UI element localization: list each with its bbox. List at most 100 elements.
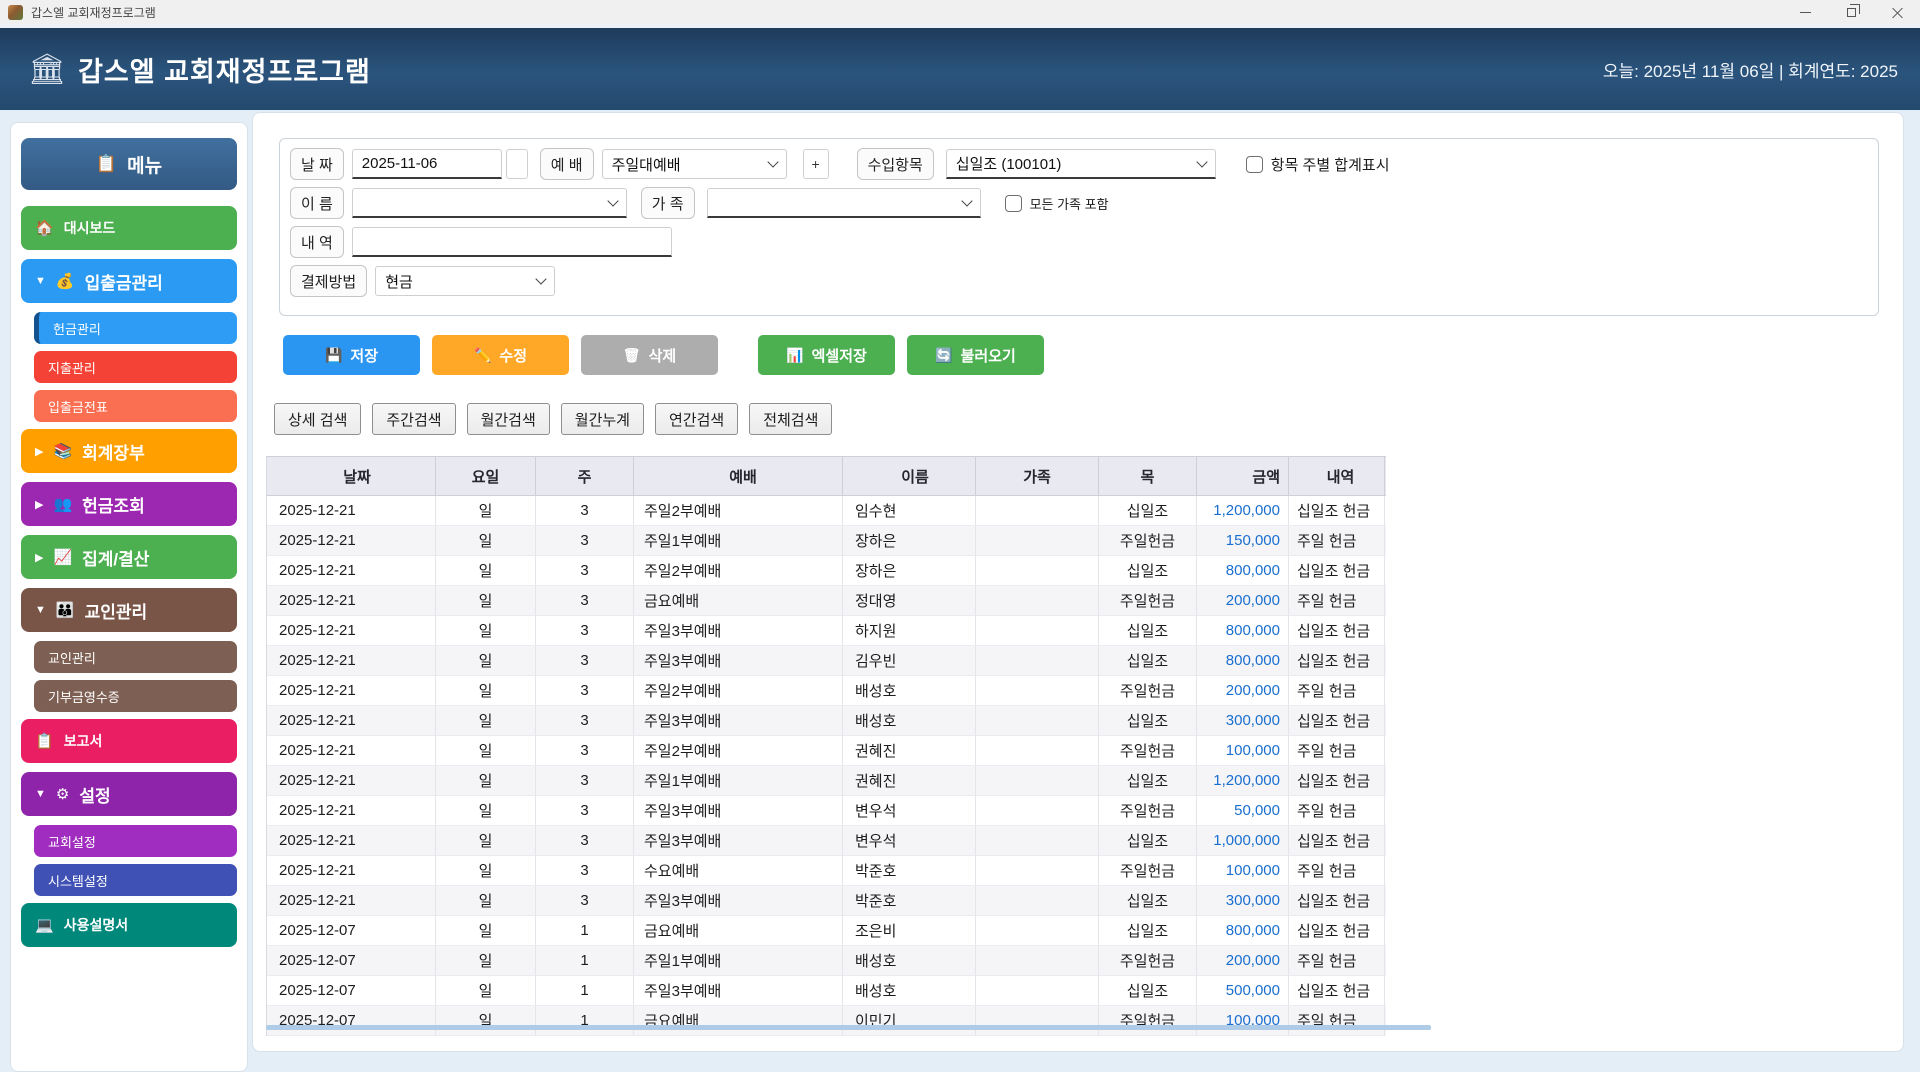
sidebar-item-aggregate-settlement[interactable]: ▶ 📈 집계/결산 [21, 535, 237, 579]
table-cell: 2025-12-07 [267, 1006, 436, 1035]
table-row[interactable]: 2025-12-21일3주일3부예배박준호십일조300,000십일조 헌금 [267, 886, 1386, 916]
payment-method-select[interactable]: 현금 [375, 266, 555, 296]
table-cell: 3 [536, 886, 634, 915]
sidebar-item-expense-management[interactable]: 지출관리 [34, 351, 237, 383]
table-cell [976, 586, 1099, 615]
family-select[interactable] [707, 188, 981, 218]
chevron-down-icon [1196, 156, 1207, 167]
column-header-8[interactable]: 내역 [1289, 457, 1385, 495]
table-cell: 박준호 [843, 856, 976, 885]
column-header-7[interactable]: 금액 [1197, 457, 1289, 495]
table-cell [976, 796, 1099, 825]
table-cell: 십일조 헌금 [1289, 766, 1385, 795]
table-cell: 일 [436, 646, 536, 675]
table-cell: 금요예배 [634, 916, 843, 945]
sidebar-item-user-manual[interactable]: 💻 사용설명서 [21, 903, 237, 947]
table-cell [976, 526, 1099, 555]
column-header-0[interactable]: 날짜 [267, 457, 436, 495]
sidebar-item-church-settings[interactable]: 교회설정 [34, 825, 237, 857]
sidebar-item-donation-receipt[interactable]: 기부금영수증 [34, 680, 237, 712]
column-header-3[interactable]: 예배 [634, 457, 843, 495]
save-button[interactable]: 💾 저장 [283, 335, 420, 375]
restore-button[interactable] [1828, 0, 1874, 24]
add-worship-button[interactable]: + [803, 149, 829, 179]
column-header-2[interactable]: 주 [536, 457, 634, 495]
table-cell: 3 [536, 676, 634, 705]
search-tab-5[interactable]: 전체검색 [749, 403, 832, 435]
name-select[interactable] [352, 188, 627, 218]
sidebar-item-member-management-sub[interactable]: 교인관리 [34, 641, 237, 673]
load-button[interactable]: 🔄 불러오기 [907, 335, 1044, 375]
date-input[interactable]: 2025-11-06 [352, 149, 502, 179]
table-row[interactable]: 2025-12-21일3주일2부예배임수현십일조1,200,000십일조 헌금 [267, 496, 1386, 526]
all-family-checkbox[interactable] [1005, 195, 1022, 212]
table-row[interactable]: 2025-12-21일3주일3부예배배성호십일조300,000십일조 헌금 [267, 706, 1386, 736]
table-row[interactable]: 2025-12-21일3수요예배박준호주일헌금100,000주일 헌금 [267, 856, 1386, 886]
table-cell: 3 [536, 796, 634, 825]
sidebar-item-system-settings[interactable]: 시스템설정 [34, 864, 237, 896]
table-cell: 이민기 [843, 1006, 976, 1035]
table-cell: 2025-12-21 [267, 796, 436, 825]
sidebar-item-dashboard[interactable]: 🏠 대시보드 [21, 206, 237, 250]
table-row[interactable]: 2025-12-21일3주일3부예배변우석십일조1,000,000십일조 헌금 [267, 826, 1386, 856]
member-management-icon: 👪 [56, 601, 75, 619]
app-header: 🏛 갑스엘 교회재정프로그램 오늘: 2025년 11월 06일 | 회계연도:… [0, 28, 1920, 110]
table-row[interactable]: 2025-12-21일3주일2부예배장하은십일조800,000십일조 헌금 [267, 556, 1386, 586]
date-picker-button[interactable] [506, 149, 528, 179]
table-row[interactable]: 2025-12-21일3주일2부예배배성호주일헌금200,000주일 헌금 [267, 676, 1386, 706]
table-row[interactable]: 2025-12-07일1금요예배이민기주일헌금100,000주일 헌금 [267, 1006, 1386, 1036]
table-header: 날짜요일주예배이름가족목금액내역 [267, 456, 1386, 496]
table-cell: 일 [436, 946, 536, 975]
table-cell: 십일조 헌금 [1289, 886, 1385, 915]
search-tab-1[interactable]: 주간검색 [372, 403, 455, 435]
worship-select[interactable]: 주일대예배 [602, 149, 787, 179]
edit-button[interactable]: ✏️ 수정 [432, 335, 569, 375]
minimize-button[interactable] [1782, 0, 1828, 24]
sidebar-item-offering-management[interactable]: 헌금관리 [34, 312, 237, 344]
table-cell: 십일조 [1099, 976, 1197, 1005]
table-row[interactable]: 2025-12-07일1주일3부예배배성호십일조500,000십일조 헌금 [267, 976, 1386, 1006]
column-header-4[interactable]: 이름 [843, 457, 976, 495]
table-row[interactable]: 2025-12-21일3주일2부예배권혜진주일헌금100,000주일 헌금 [267, 736, 1386, 766]
excel-save-button[interactable]: 📊 엑셀저장 [758, 335, 895, 375]
table-row[interactable]: 2025-12-21일3주일3부예배김우빈십일조800,000십일조 헌금 [267, 646, 1386, 676]
sidebar-item-settings[interactable]: ▼ ⚙ 설정 [21, 772, 237, 816]
column-header-1[interactable]: 요일 [436, 457, 536, 495]
sidebar-item-offering-inquiry[interactable]: ▶ 👥 헌금조회 [21, 482, 237, 526]
table-cell: 십일조 [1099, 706, 1197, 735]
search-tab-4[interactable]: 연간검색 [655, 403, 738, 435]
income-item-select[interactable]: 십일조 (100101) [946, 149, 1216, 179]
table-cell: 2025-12-21 [267, 556, 436, 585]
table-row[interactable]: 2025-12-21일3주일1부예배권혜진십일조1,200,000십일조 헌금 [267, 766, 1386, 796]
table-cell: 2025-12-21 [267, 676, 436, 705]
table-row[interactable]: 2025-12-07일1주일1부예배배성호주일헌금200,000주일 헌금 [267, 946, 1386, 976]
close-button[interactable] [1874, 0, 1920, 24]
table-cell: 변우석 [843, 796, 976, 825]
table-cell: 3 [536, 826, 634, 855]
search-tab-0[interactable]: 상세 검색 [274, 403, 361, 435]
edit-icon: ✏️ [474, 347, 491, 364]
search-tab-2[interactable]: 월간검색 [467, 403, 550, 435]
table-row[interactable]: 2025-12-21일3주일3부예배변우석주일헌금50,000주일 헌금 [267, 796, 1386, 826]
user-manual-icon: 💻 [35, 916, 54, 934]
table-row[interactable]: 2025-12-21일3금요예배정대영주일헌금200,000주일 헌금 [267, 586, 1386, 616]
column-header-6[interactable]: 목 [1099, 457, 1197, 495]
weekly-total-checkbox[interactable] [1246, 156, 1263, 173]
sidebar-item-inout-slip[interactable]: 입출금전표 [34, 390, 237, 422]
table-cell: 십일조 헌금 [1289, 556, 1385, 585]
table-row[interactable]: 2025-12-07일1금요예배조은비십일조800,000십일조 헌금 [267, 916, 1386, 946]
sidebar-item-report[interactable]: 📋 보고서 [21, 719, 237, 763]
sidebar-item-inout-management[interactable]: ▼ 💰 입출금관리 [21, 259, 237, 303]
excel-save-icon: 📊 [786, 347, 803, 364]
table-cell [976, 706, 1099, 735]
restore-icon [1847, 8, 1856, 17]
description-input[interactable] [352, 227, 672, 257]
table-row[interactable]: 2025-12-21일3주일1부예배장하은주일헌금150,000주일 헌금 [267, 526, 1386, 556]
sidebar-item-account-book[interactable]: ▶ 📚 회계장부 [21, 429, 237, 473]
table-cell: 일 [436, 826, 536, 855]
sidebar-item-member-management[interactable]: ▼ 👪 교인관리 [21, 588, 237, 632]
delete-button[interactable]: 🗑 삭제 [581, 335, 718, 375]
search-tab-3[interactable]: 월간누계 [561, 403, 644, 435]
column-header-5[interactable]: 가족 [976, 457, 1099, 495]
table-row[interactable]: 2025-12-21일3주일3부예배하지원십일조800,000십일조 헌금 [267, 616, 1386, 646]
